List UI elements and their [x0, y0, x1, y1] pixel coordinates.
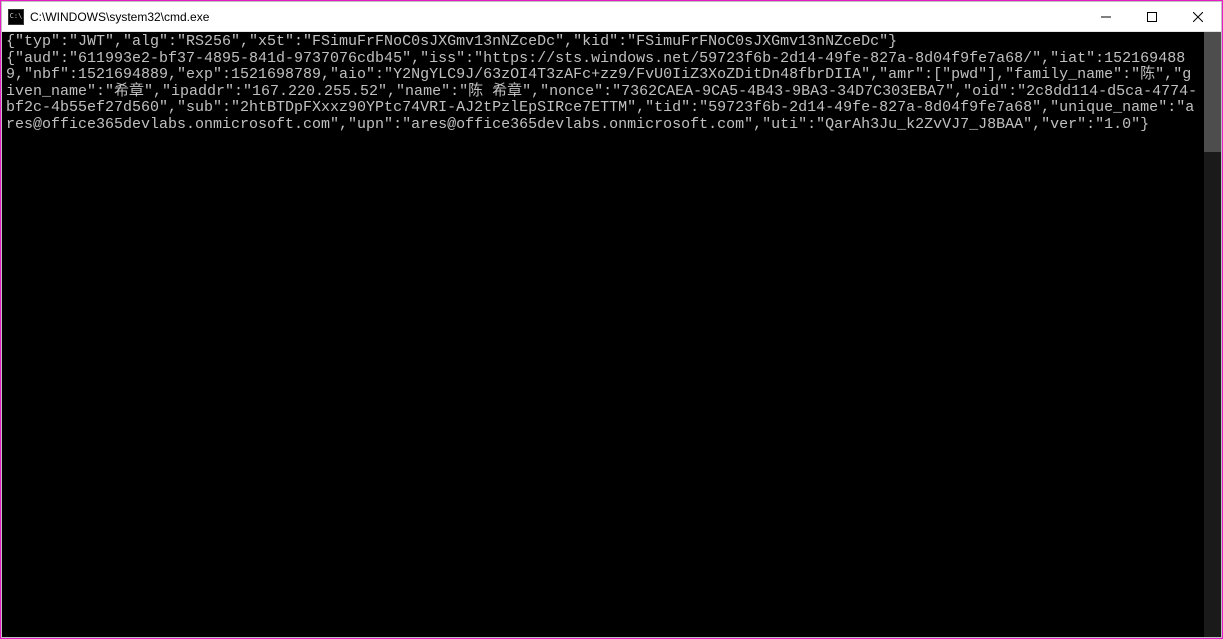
terminal-line: {"typ":"JWT","alg":"RS256","x5t":"FSimuF… [6, 33, 897, 50]
title-bar: C:\WINDOWS\system32\cmd.exe [2, 2, 1221, 32]
scrollbar[interactable] [1204, 32, 1221, 637]
maximize-button[interactable] [1129, 2, 1175, 31]
cmd-icon [8, 9, 24, 25]
cmd-window: C:\WINDOWS\system32\cmd.exe {"typ":"JWT"… [1, 1, 1222, 638]
terminal-area: {"typ":"JWT","alg":"RS256","x5t":"FSimuF… [2, 32, 1221, 637]
terminal-line: {"aud":"611993e2-bf37-4895-841d-9737076c… [6, 50, 1197, 133]
minimize-button[interactable] [1083, 2, 1129, 31]
close-button[interactable] [1175, 2, 1221, 31]
window-controls [1083, 2, 1221, 31]
terminal-content[interactable]: {"typ":"JWT","alg":"RS256","x5t":"FSimuF… [2, 32, 1204, 637]
scrollbar-thumb[interactable] [1204, 32, 1221, 152]
window-title: C:\WINDOWS\system32\cmd.exe [30, 10, 1083, 24]
